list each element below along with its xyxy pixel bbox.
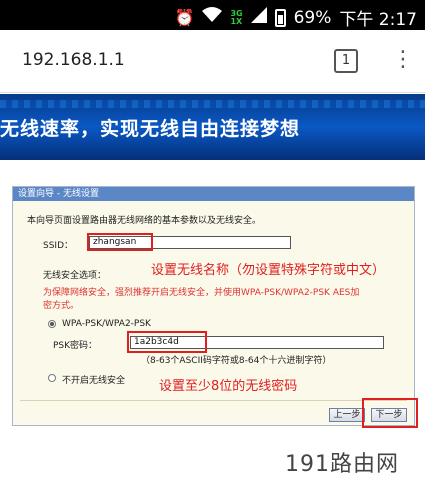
browser-toolbar: 192.168.1.1 1 ⋮ <box>0 30 425 93</box>
wizard-title: 设置向导 - 无线设置 <box>13 187 414 201</box>
next-step-highlight-box <box>362 398 418 428</box>
psk-annotation: 设置至少8位的无线密码 <box>159 379 298 394</box>
network-1x: 1X <box>230 16 243 26</box>
security-label: 无线安全选项： <box>43 271 107 281</box>
ssid-label: SSID： <box>43 241 74 251</box>
wizard-panel: 设置向导 - 无线设置 本向导页面设置路由器无线网络的基本参数以及无线安全。 S… <box>12 186 415 426</box>
psk-hint: （8-63个ASCII码字符或8-64个十六进制字符） <box>141 356 332 366</box>
psk-highlight-box <box>127 331 207 353</box>
ssid-annotation: 设置无线名称（勿设置特殊字符或中文） <box>151 263 386 278</box>
network-type: 3G 1X <box>230 9 243 26</box>
banner-slogan: 无线速率，实现无线自由连接梦想 <box>0 118 301 140</box>
tab-switcher-button[interactable]: 1 <box>334 49 358 73</box>
menu-dots-icon[interactable]: ⋮ <box>392 47 414 73</box>
ssid-highlight-box <box>87 233 153 251</box>
no-security-label: 不开启无线安全 <box>62 376 126 386</box>
security-note-line2: 密方式。 <box>43 301 80 311</box>
wpa-radio[interactable] <box>48 320 56 328</box>
wifi-icon <box>202 7 223 28</box>
clock: 下午 2:17 <box>339 10 417 30</box>
wpa-label: WPA-PSK/WPA2-PSK <box>62 319 151 329</box>
battery-icon <box>274 8 286 27</box>
battery-percent: 69% <box>293 7 332 28</box>
alarm-icon: ⏰ <box>174 7 195 27</box>
signal-icon <box>250 7 267 28</box>
status-icons: ⏰ 3G 1X 69% 下午 2:17 <box>175 5 417 30</box>
router-banner: 无线速率，实现无线自由连接梦想 <box>0 94 425 160</box>
panel-divider <box>20 400 407 401</box>
no-security-radio[interactable] <box>48 374 56 382</box>
site-watermark: 191路由网 <box>285 452 399 477</box>
status-bar: ⏰ 3G 1X 69% 下午 2:17 <box>0 0 425 30</box>
address-bar[interactable]: 192.168.1.1 <box>22 50 125 70</box>
psk-label: PSK密码： <box>53 341 98 351</box>
wizard-intro: 本向导页面设置路由器无线网络的基本参数以及无线安全。 <box>27 216 262 226</box>
prev-step-button[interactable]: 上一步 <box>329 408 365 422</box>
security-note-line1: 为保障网络安全，强烈推荐开启无线安全，并使用WPA-PSK/WPA2-PSK A… <box>43 288 360 298</box>
